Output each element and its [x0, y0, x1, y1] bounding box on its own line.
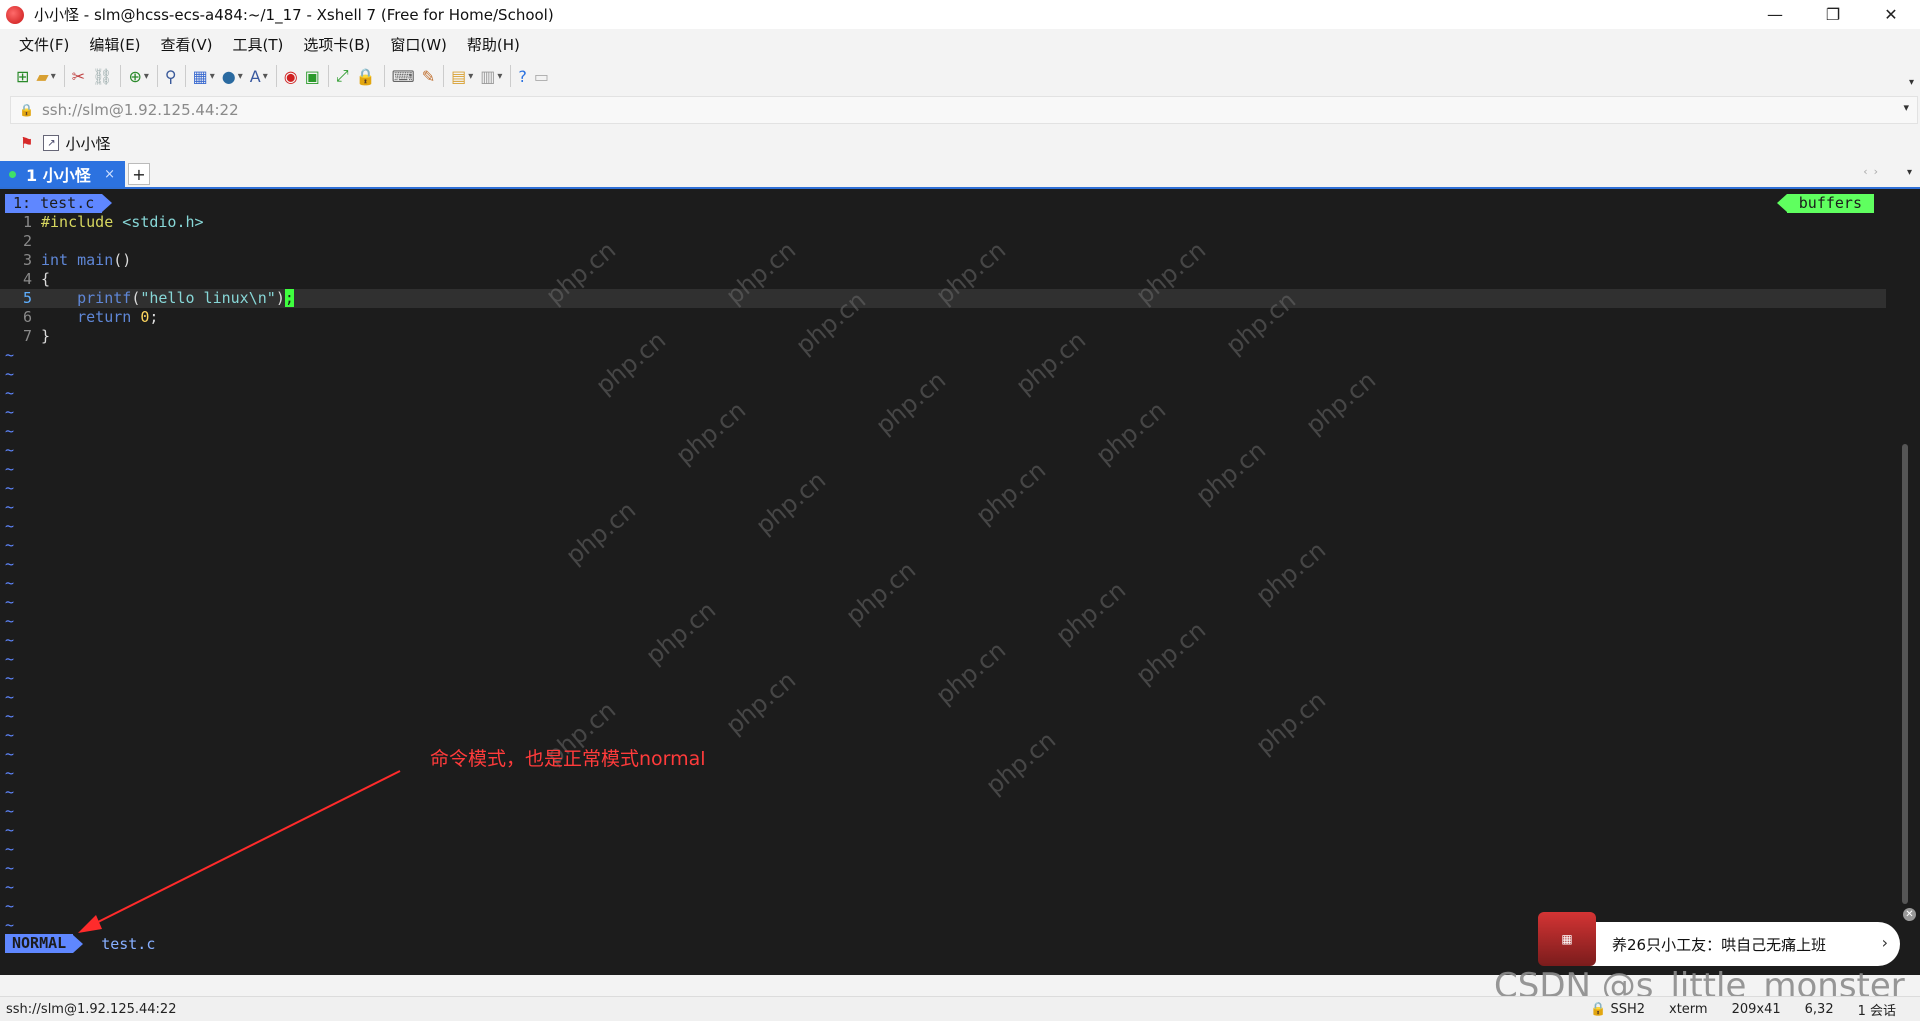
menu-help[interactable]: 帮助(H) — [467, 34, 520, 55]
toolbar-separator — [443, 65, 445, 87]
tab-scroll-arrows-icon[interactable]: ‹› — [1863, 165, 1884, 178]
promo-icon: ▦ — [1538, 912, 1596, 966]
address-value: ssh://slm@1.92.125.44:22 — [41, 101, 239, 119]
minimize-button[interactable]: — — [1746, 0, 1804, 29]
chevron-right-icon[interactable]: › — [1882, 933, 1888, 952]
annotation-text: 命令模式，也是正常模式normal — [430, 748, 706, 770]
shortcut-icon: ↗ — [43, 135, 60, 151]
window-title: 小小怪 - slm@hcss-ecs-a484:~/1_17 - Xshell … — [34, 6, 554, 24]
link-item-session[interactable]: 小小怪 — [65, 133, 110, 154]
keyboard-icon[interactable]: ⌨ — [392, 65, 415, 87]
xshell-app-icon — [6, 5, 24, 24]
menu-window[interactable]: 窗口(W) — [390, 34, 447, 55]
status-size: 209x41 — [1731, 1001, 1781, 1017]
globe-icon[interactable]: ● — [222, 65, 243, 87]
close-icon[interactable]: ✕ — [1903, 908, 1916, 921]
restore-button[interactable]: ❐ — [1804, 0, 1862, 29]
menu-view[interactable]: 查看(V) — [161, 34, 213, 55]
search-icon[interactable]: ⚲ — [165, 65, 177, 87]
disconnect-icon[interactable]: ⛓ — [92, 65, 112, 87]
session-manager-icon[interactable]: ⊕ — [128, 65, 148, 87]
status-bar: ssh://slm@1.92.125.44:22 🔒 SSH2 xterm 20… — [0, 996, 1920, 1021]
bookmark-icon[interactable]: ⚑ — [20, 134, 33, 152]
menu-tabs[interactable]: 选项卡(B) — [303, 34, 370, 55]
font-icon[interactable]: A — [250, 65, 268, 87]
status-protocol: SSH2 — [1610, 1001, 1645, 1017]
status-cursor-pos: 6,32 — [1804, 1001, 1834, 1017]
connected-status-icon — [9, 170, 16, 178]
window-controls: — ❐ ✕ — [1746, 0, 1920, 29]
lock-icon: 🔒 — [1590, 1001, 1607, 1017]
close-button[interactable]: ✕ — [1862, 0, 1920, 29]
toolbar-separator — [156, 65, 158, 87]
lock-icon[interactable]: 🔒 — [356, 65, 376, 87]
annotation-arrow — [78, 770, 401, 933]
promo-text: 养26只小工友：哄自己无痛上班 — [1612, 935, 1827, 954]
tab-label: 1 小小怪 — [26, 166, 91, 185]
toolbar-separator — [327, 65, 329, 87]
title-bar: 小小怪 - slm@hcss-ecs-a484:~/1_17 - Xshell … — [0, 0, 1920, 29]
add-tab-button[interactable]: + — [128, 163, 150, 185]
xftp-icon[interactable]: ▣ — [305, 65, 320, 87]
status-sessions[interactable]: 1 会话 — [1858, 1000, 1896, 1019]
chevron-down-icon[interactable]: ▾ — [1903, 101, 1909, 114]
toolbar-separator — [275, 65, 277, 87]
lock-icon: 🔒 — [19, 103, 34, 117]
terminal-area[interactable]: 1: test.c buffers 1 #include <stdio.h> 2 … — [0, 189, 1886, 975]
toolbar-separator — [510, 65, 512, 87]
toolbar: ⊞ ▰ ✂ ⛓ ⊕ ⚲ ▦ ● A ◉ ▣ ⤢ 🔒 ⌨ ✎ ▤ ▥ ? ▭ ▾ — [0, 59, 1920, 93]
chat-icon[interactable]: ▭ — [534, 65, 549, 87]
scroll-thumb[interactable] — [1902, 444, 1908, 904]
promo-banner[interactable]: ▦ 养26只小工友：哄自己无痛上班 › — [1538, 912, 1900, 966]
tab-menu-icon[interactable]: ▾ — [1907, 167, 1912, 178]
new-session-icon[interactable]: ⊞ — [16, 65, 29, 87]
layout-icon[interactable]: ▦ — [193, 65, 215, 87]
split-icon[interactable]: ▥ — [480, 65, 502, 87]
open-folder-icon[interactable]: ▰ — [36, 65, 55, 87]
status-connection: ssh://slm@1.92.125.44:22 — [6, 1001, 177, 1017]
help-icon[interactable]: ? — [518, 65, 527, 87]
links-bar: ⚑ ↗ 小小怪 — [0, 130, 1920, 156]
address-bar[interactable]: 🔒 ssh://slm@1.92.125.44:22 ▾ — [10, 96, 1918, 124]
tab-close-icon[interactable]: × — [104, 167, 115, 182]
menu-edit[interactable]: 编辑(E) — [89, 34, 140, 55]
toolbar-separator — [383, 65, 385, 87]
tab-bar: 1 小小怪 × + ‹› ▾ — [0, 159, 1920, 189]
compose-icon[interactable]: ▤ — [451, 65, 473, 87]
fullscreen-icon[interactable]: ⤢ — [336, 65, 349, 87]
connect-icon[interactable]: ✂ — [72, 65, 85, 87]
toolbar-overflow-icon[interactable]: ▾ — [1909, 77, 1914, 88]
toolbar-separator — [184, 65, 186, 87]
status-terminal-type: xterm — [1669, 1001, 1708, 1017]
menu-tools[interactable]: 工具(T) — [233, 34, 284, 55]
toolbar-separator — [63, 65, 65, 87]
terminal-scrollbar[interactable] — [1886, 189, 1920, 975]
tab-session-1[interactable]: 1 小小怪 × — [0, 161, 125, 187]
xshell-icon[interactable]: ◉ — [284, 65, 298, 87]
menu-file[interactable]: 文件(F) — [19, 34, 69, 55]
menu-bar: 文件(F) 编辑(E) 查看(V) 工具(T) 选项卡(B) 窗口(W) 帮助(… — [0, 29, 1920, 59]
pen-icon[interactable]: ✎ — [422, 65, 435, 87]
toolbar-separator — [120, 65, 122, 87]
